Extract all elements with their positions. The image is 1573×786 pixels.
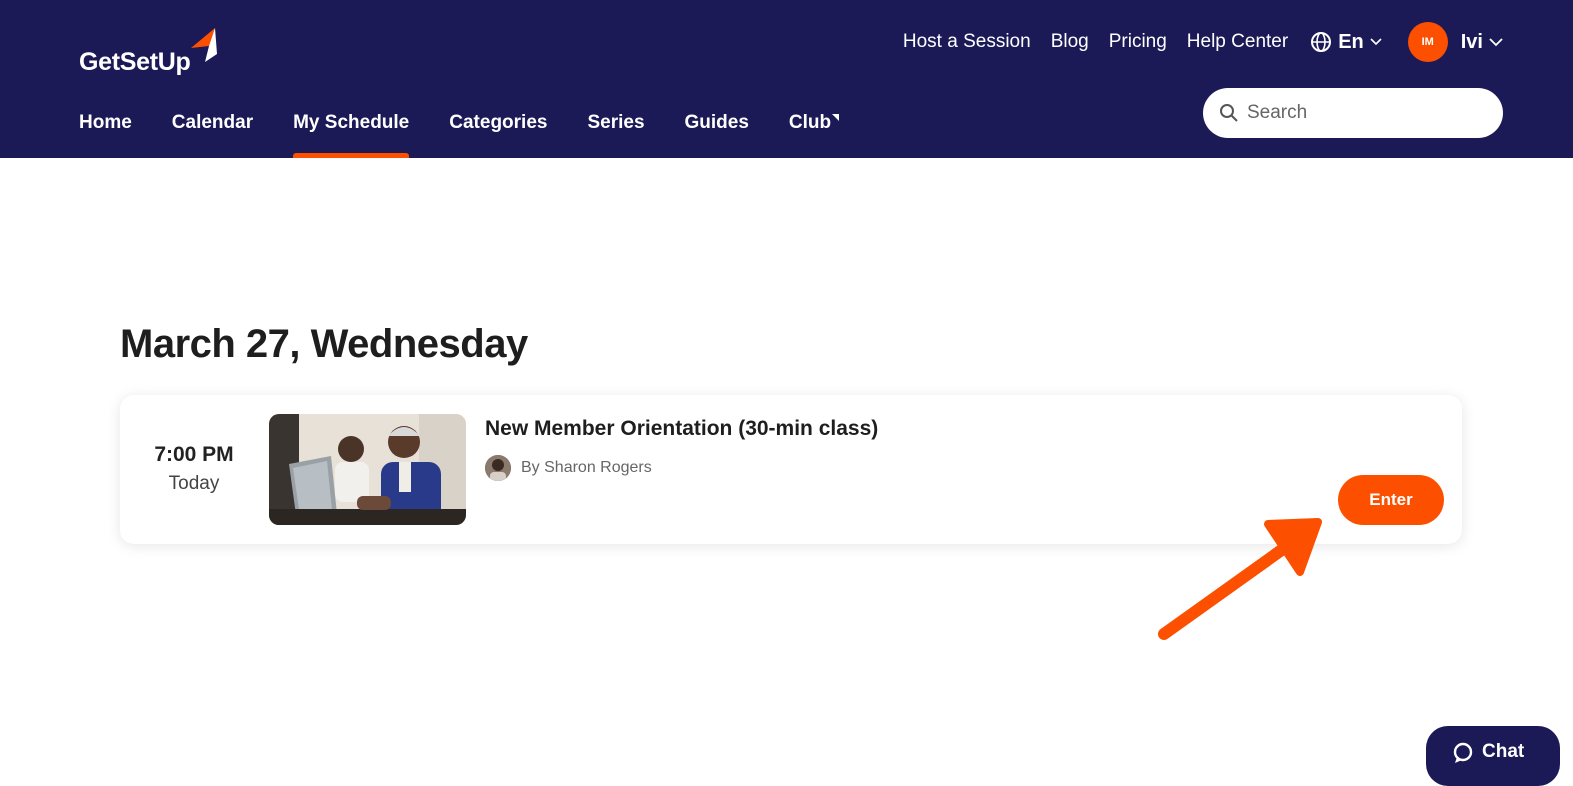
user-avatar[interactable]: IM <box>1407 22 1448 62</box>
date-heading: March 27, Wednesday <box>120 322 528 366</box>
session-thumbnail[interactable] <box>269 414 466 525</box>
session-time: 7:00 PM Today <box>120 443 268 495</box>
nav-calendar[interactable]: Calendar <box>172 106 253 158</box>
language-selector[interactable]: En <box>1310 31 1388 54</box>
help-center-link[interactable]: Help Center <box>1187 31 1288 53</box>
top-navigation: Host a Session Blog Pricing Help Center … <box>883 22 1503 62</box>
blog-link[interactable]: Blog <box>1051 31 1089 53</box>
session-host: By Sharon Rogers <box>485 455 652 481</box>
host-session-link[interactable]: Host a Session <box>903 31 1031 53</box>
main-navigation: Home Calendar My Schedule Categories Ser… <box>79 106 879 158</box>
session-day: Today <box>168 473 220 494</box>
chat-button[interactable]: Chat <box>1426 726 1560 786</box>
search-icon <box>1220 104 1238 122</box>
session-time-value: 7:00 PM <box>154 443 234 466</box>
globe-icon <box>1311 32 1332 52</box>
session-thumbnail-image <box>269 414 466 525</box>
host-avatar <box>485 455 511 481</box>
pricing-link[interactable]: Pricing <box>1109 31 1167 53</box>
nav-club-label: Club <box>788 112 832 133</box>
search-box[interactable] <box>1203 88 1503 138</box>
user-name: Ivi <box>1460 30 1483 53</box>
host-name: By Sharon Rogers <box>521 459 652 476</box>
nav-my-schedule[interactable]: My Schedule <box>293 106 410 158</box>
language-label: En <box>1338 30 1364 53</box>
nav-guides[interactable]: Guides <box>685 106 749 158</box>
chevron-down-icon <box>1489 37 1503 46</box>
pointer-arrow-icon <box>1158 518 1322 640</box>
search-input[interactable] <box>1247 102 1477 124</box>
nav-club[interactable]: Club <box>788 106 840 158</box>
chat-bubble-icon <box>1453 742 1473 763</box>
logo-text: GetSetUp <box>79 48 191 76</box>
logo-mark-icon <box>190 28 217 62</box>
session-title[interactable]: New Member Orientation (30-min class) <box>485 417 878 441</box>
enter-button[interactable]: Enter <box>1338 475 1444 525</box>
getsetup-logo[interactable]: GetSetUp <box>79 28 223 77</box>
user-menu[interactable]: Ivi <box>1461 31 1503 54</box>
site-header: GetSetUp Host a Session Blog Pricing Hel… <box>0 0 1573 158</box>
nav-series[interactable]: Series <box>587 106 644 158</box>
chat-label: Chat <box>1482 741 1525 762</box>
chevron-down-icon <box>1370 38 1382 46</box>
nav-categories[interactable]: Categories <box>449 106 547 158</box>
external-link-icon <box>832 114 840 121</box>
nav-home[interactable]: Home <box>79 106 132 158</box>
